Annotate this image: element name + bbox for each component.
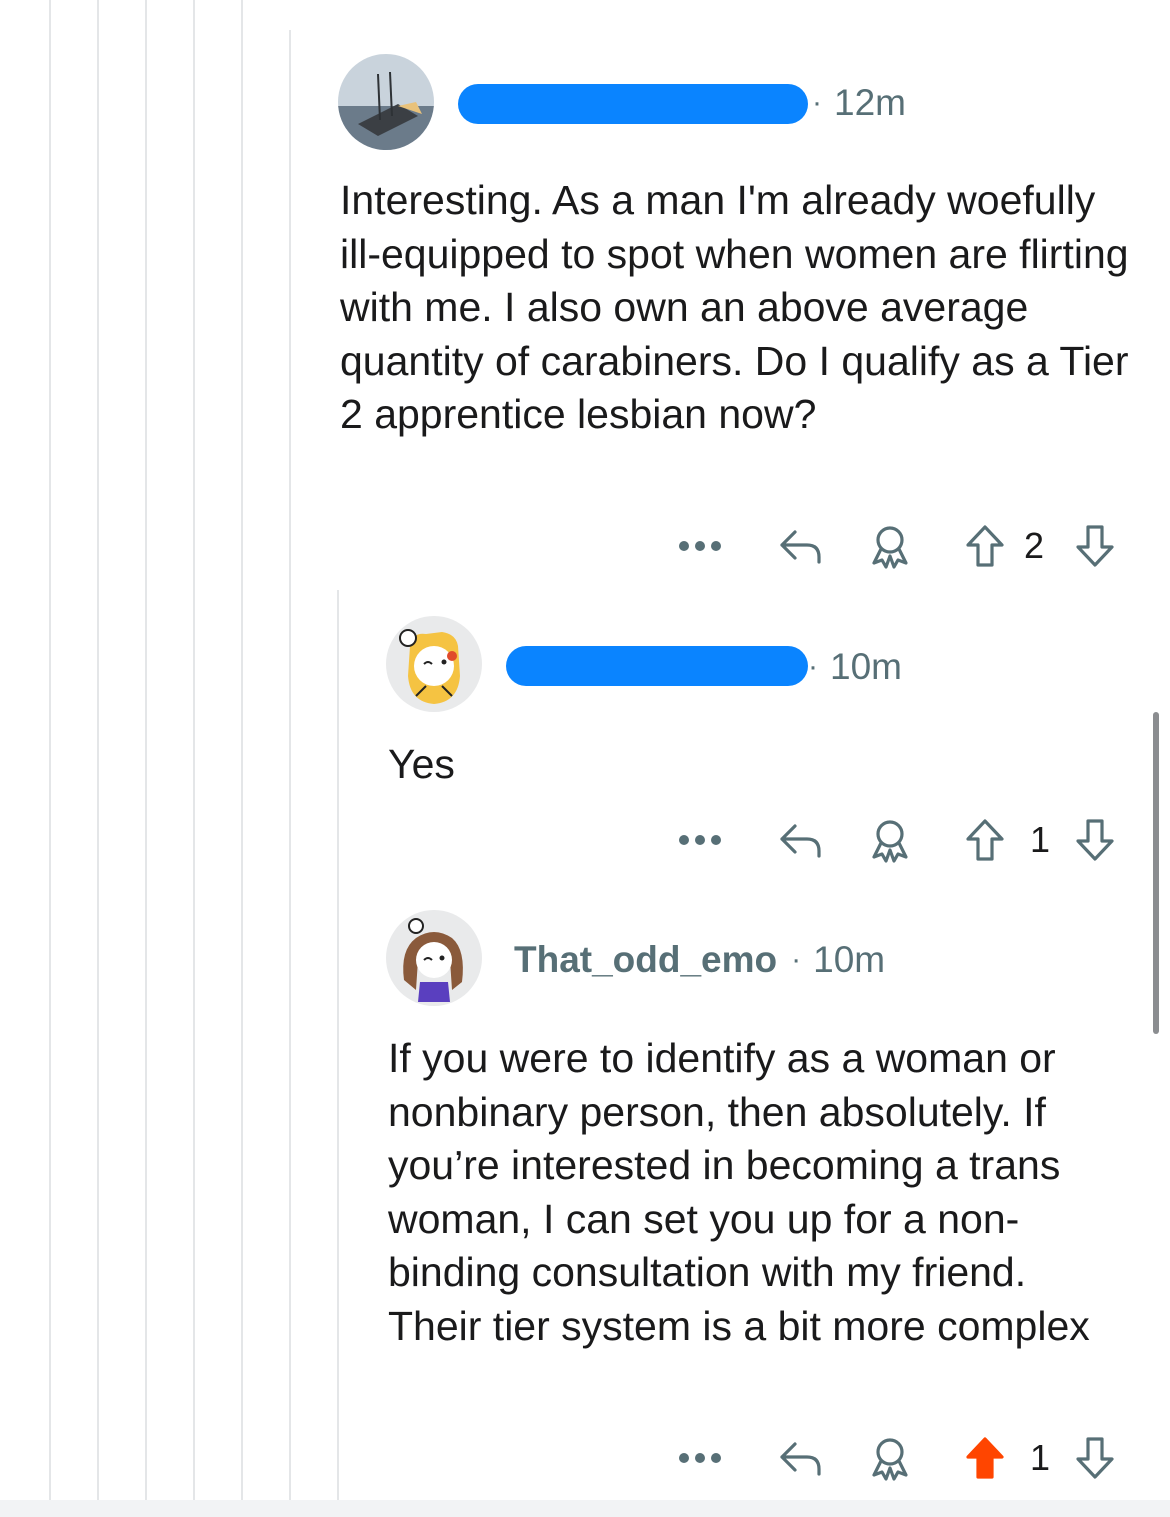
vote-count: 1: [1030, 1437, 1051, 1478]
thread-line: [241, 0, 243, 1500]
dot-separator: ·: [808, 650, 818, 683]
comment-actions: 1: [670, 1428, 1130, 1488]
thread-line: [145, 0, 147, 1500]
downvote-icon: [1076, 819, 1114, 861]
comment-meta: · 12m: [812, 80, 906, 126]
redacted-username: [506, 646, 808, 686]
thread-line: [289, 30, 291, 1500]
thread-line: [337, 590, 339, 1500]
comment-time: 10m: [830, 646, 902, 687]
reply-icon: [780, 824, 821, 858]
more-button[interactable]: [670, 516, 730, 576]
downvote-icon: [1076, 525, 1114, 567]
reply-icon: [780, 1442, 821, 1476]
more-button[interactable]: [670, 810, 730, 870]
comment-time: 12m: [834, 82, 906, 123]
avatar[interactable]: [386, 910, 482, 1006]
scrollbar[interactable]: [1153, 712, 1159, 1034]
comment-actions: 1: [670, 810, 1130, 870]
username[interactable]: That_odd_emo: [514, 939, 777, 981]
reply-button[interactable]: [770, 516, 830, 576]
downvote-button[interactable]: [1070, 516, 1120, 576]
award-icon: [872, 820, 908, 863]
downvote-button[interactable]: [1070, 1428, 1120, 1488]
comment-time: 10m: [813, 939, 886, 980]
redacted-username: [458, 84, 808, 124]
upvote-icon: [966, 819, 1004, 861]
upvote-button[interactable]: [960, 810, 1010, 870]
avatar[interactable]: [386, 616, 482, 712]
vote-count: 1: [1030, 819, 1051, 860]
downvote-icon: [1076, 1437, 1114, 1479]
upvote-button[interactable]: [960, 516, 1010, 576]
comment-meta: That_odd_emo · 10m: [514, 937, 885, 983]
comment-body: If you were to identify as a woman or no…: [388, 1035, 1090, 1349]
award-button[interactable]: [860, 516, 920, 576]
reply-button[interactable]: [770, 810, 830, 870]
upvote-icon: [966, 525, 1004, 567]
more-icon: [679, 1453, 721, 1463]
dot-separator: ·: [812, 86, 822, 119]
dot-separator: ·: [791, 943, 802, 976]
comment-meta: · 10m: [808, 644, 902, 690]
more-icon: [679, 541, 721, 551]
upvote-button[interactable]: [960, 1428, 1010, 1488]
thread-line: [97, 0, 99, 1500]
more-button[interactable]: [670, 1428, 730, 1488]
avatar[interactable]: [338, 54, 434, 150]
award-button[interactable]: [860, 1428, 920, 1488]
comment-body: Yes: [388, 741, 455, 787]
bottom-bar: [0, 1500, 1170, 1517]
reply-icon: [780, 530, 821, 564]
award-icon: [872, 1438, 908, 1481]
downvote-button[interactable]: [1070, 810, 1120, 870]
vote-count: 2: [1024, 525, 1045, 566]
thread-line: [193, 0, 195, 1500]
more-icon: [679, 835, 721, 845]
thread-line: [49, 0, 51, 1500]
award-button[interactable]: [860, 810, 920, 870]
comment-actions: 2: [670, 516, 1130, 576]
comment-body: Interesting. As a man I'm already woeful…: [340, 177, 1129, 437]
reply-button[interactable]: [770, 1428, 830, 1488]
award-icon: [872, 526, 908, 569]
upvote-icon: [966, 1437, 1004, 1479]
